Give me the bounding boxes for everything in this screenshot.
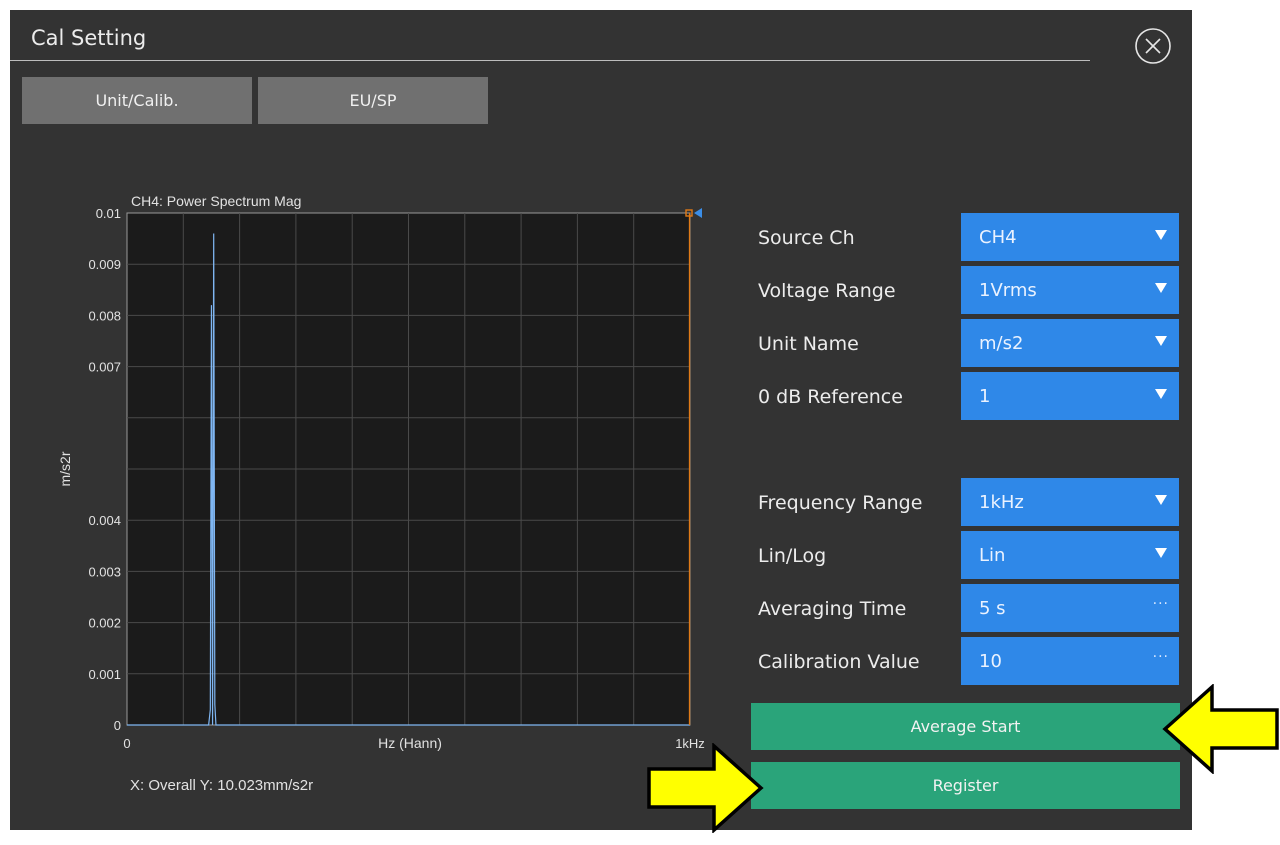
control-value: 5 s	[979, 597, 1006, 619]
control-label: Unit Name	[758, 333, 859, 355]
readout-text: X: Overall Y: 10.023mm/s2r	[130, 777, 313, 794]
control-label: Lin/Log	[758, 545, 827, 567]
y-tick-label: 0	[114, 718, 121, 733]
control-dropdown[interactable]: 1Vrms	[961, 266, 1179, 314]
dropdown-triangle-icon	[1155, 230, 1167, 240]
control-value: 10	[979, 650, 1002, 672]
spectrum-chart-svg: 0 0.001 0.002 0.003 0.004 0.007 0.008 0.009 0.01…	[57, 193, 705, 794]
control-label: Voltage Range	[758, 280, 896, 302]
cursor-marker-icon	[694, 208, 702, 218]
control-label: Source Ch	[758, 227, 855, 249]
dropdown-triangle-icon	[1155, 283, 1167, 293]
ellipsis-icon[interactable]: ···	[1153, 596, 1169, 612]
y-tick-label: 0.009	[88, 257, 121, 272]
y-tick-label: 0.004	[88, 513, 121, 528]
y-tick-label: 0.001	[88, 667, 121, 682]
y-tick-label: 0.01	[96, 206, 121, 221]
dropdown-triangle-icon	[1155, 495, 1167, 505]
yellow-arrow-icon	[647, 743, 764, 833]
y-tick-label: 0.003	[88, 564, 121, 579]
control-value: m/s2	[979, 332, 1024, 354]
control-dropdown[interactable]: 1	[961, 372, 1179, 420]
y-axis-label: m/s2r	[57, 451, 73, 486]
average-start-button[interactable]: Average Start	[751, 703, 1180, 750]
control-value: 1kHz	[979, 491, 1024, 513]
dropdown-triangle-icon	[1155, 389, 1167, 399]
control-label: Calibration Value	[758, 651, 920, 673]
ellipsis-icon[interactable]: ···	[1153, 649, 1169, 665]
control-value: 1	[979, 385, 991, 407]
dropdown-triangle-icon	[1155, 336, 1167, 346]
control-dropdown[interactable]: 1kHz	[961, 478, 1179, 526]
control-label: Averaging Time	[758, 598, 907, 620]
average-start-label: Average Start	[910, 717, 1021, 736]
control-dropdown[interactable]: Lin	[961, 531, 1179, 579]
control-label: 0 dB Reference	[758, 386, 903, 408]
dropdown-triangle-icon	[1155, 548, 1167, 558]
y-tick-label: 0.008	[88, 308, 121, 323]
spectrum-chart: 0 0.001 0.002 0.003 0.004 0.007 0.008 0.009 0.01…	[0, 0, 740, 845]
y-tick-label: 0.007	[88, 360, 121, 375]
control-dropdown[interactable]: CH4	[961, 213, 1179, 261]
control-value-field[interactable]: 5 s ···	[961, 584, 1179, 632]
control-label: Frequency Range	[758, 492, 923, 514]
y-tick-label: 0.002	[88, 616, 121, 631]
chart-title: CH4: Power Spectrum Mag	[131, 193, 301, 209]
register-button[interactable]: Register	[751, 762, 1180, 809]
control-value: Lin	[979, 544, 1006, 566]
close-icon[interactable]	[1134, 27, 1172, 65]
control-dropdown[interactable]: m/s2	[961, 319, 1179, 367]
yellow-arrow-icon	[1162, 684, 1279, 774]
control-value: 1Vrms	[979, 279, 1037, 301]
register-label: Register	[932, 776, 999, 795]
control-value: CH4	[979, 226, 1017, 248]
x-tick-label: 0	[123, 736, 130, 751]
x-axis-label: Hz (Hann)	[378, 735, 442, 751]
control-value-field[interactable]: 10 ···	[961, 637, 1179, 685]
